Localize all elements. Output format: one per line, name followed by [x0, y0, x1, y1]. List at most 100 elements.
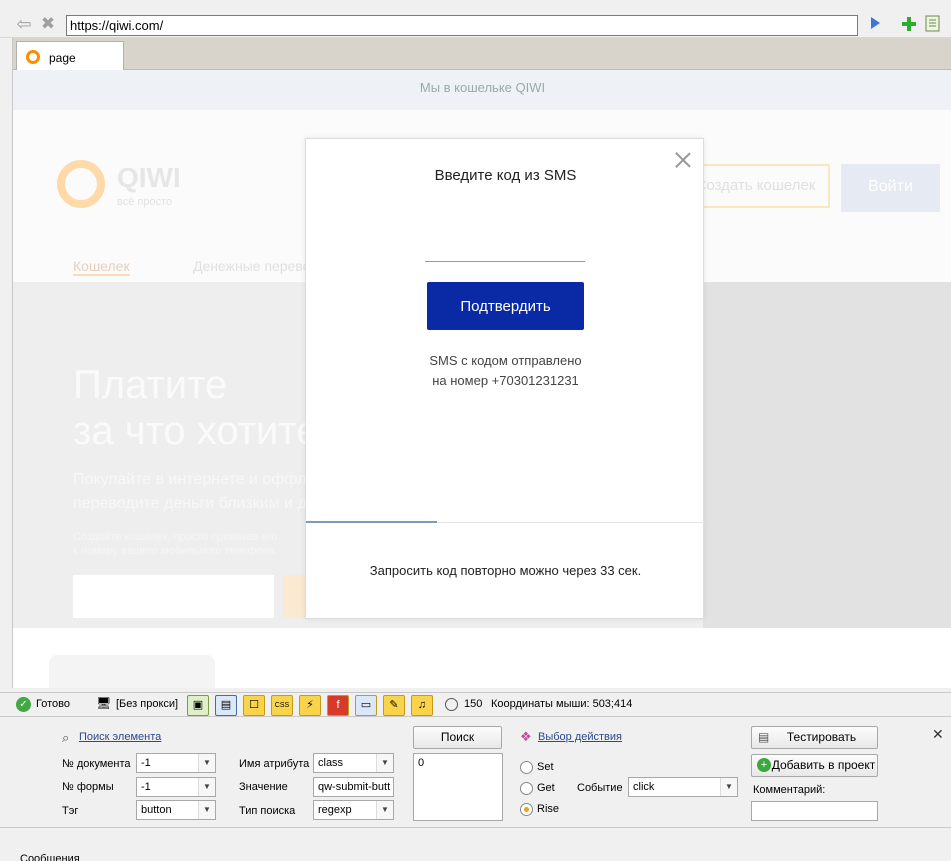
css-icon[interactable]: CSS: [271, 695, 293, 716]
resend-progress-bar: [306, 521, 437, 523]
doc-number-value: -1: [141, 757, 151, 769]
action-choice-link[interactable]: Выбор действия: [538, 731, 622, 743]
sms-sent-line-2: на номер +70301231231: [432, 373, 579, 388]
form-number-value: -1: [141, 781, 151, 793]
attr-name-label: Имя атрибута: [239, 758, 310, 770]
test-icon: ▤: [758, 730, 770, 744]
chevron-down-icon[interactable]: ▼: [198, 754, 215, 772]
add-to-project-label: Добавить в проект: [771, 758, 876, 772]
proxy-status[interactable]: [Без прокси]: [116, 698, 178, 710]
qiwi-logo-icon: [26, 50, 40, 64]
plus-icon: +: [757, 758, 771, 772]
go-play-icon[interactable]: [868, 15, 886, 35]
logo-subtitle: всё просто: [117, 196, 173, 208]
form-number-select[interactable]: -1 ▼: [136, 777, 216, 797]
chevron-down-icon[interactable]: ▼: [198, 801, 215, 819]
web-page: Мы в кошельке QIWI QIWI всё просто Созда…: [13, 70, 951, 688]
left-splitter[interactable]: [0, 38, 12, 688]
frame-icon[interactable]: ☐: [243, 695, 265, 716]
value-input[interactable]: qw-submit-butt: [313, 777, 394, 797]
radio-rise-label: Rise: [537, 803, 560, 815]
brush-icon[interactable]: ✎: [383, 695, 405, 716]
hero-small-text: Создайте кошелек, просто привязав его к …: [73, 530, 277, 558]
back-arrow-icon[interactable]: ⇦: [14, 14, 34, 34]
browser-toolbar: ⇦ ✖: [0, 0, 951, 38]
radio-rise[interactable]: [520, 803, 533, 816]
chevron-down-icon[interactable]: ▼: [720, 778, 737, 796]
confirm-button[interactable]: Подтвердить: [427, 282, 584, 330]
palette-icon: ❖: [520, 729, 532, 744]
find-element-link[interactable]: Поиск элемента: [79, 731, 161, 743]
status-bar: ✓ Готово 🖥 [Без прокси] ▣ ▤ ☐ CSS ⚡ f ▭ …: [0, 692, 951, 717]
notice-bar: Мы в кошельке QIWI: [13, 70, 951, 110]
sms-sent-line-1: SMS с кодом отправлено: [429, 353, 582, 368]
hero-title-line-2: за что хотите: [73, 409, 319, 453]
attr-name-value: class: [318, 757, 344, 769]
close-icon[interactable]: ✕: [932, 726, 944, 743]
phone-input[interactable]: [73, 575, 274, 618]
stop-icon[interactable]: ✖: [38, 14, 58, 34]
chevron-down-icon[interactable]: ▼: [198, 778, 215, 796]
add-to-project-button[interactable]: + Добавить в проект: [751, 754, 878, 777]
add-icon[interactable]: [900, 15, 918, 35]
search-button[interactable]: Поиск: [413, 726, 502, 749]
dialog-title: Введите код из SMS: [434, 167, 577, 184]
tag-value: button: [141, 804, 172, 816]
lightning-icon[interactable]: ⚡: [299, 695, 321, 716]
hero-small-line-2: к номеру вашего мобильного телефона: [73, 545, 275, 557]
tab-strip: page: [13, 38, 951, 71]
chevron-down-icon[interactable]: ▼: [376, 754, 393, 772]
messages-panel: Сообщения: [0, 828, 951, 861]
monitor-icon[interactable]: ▭: [355, 695, 377, 716]
counter-value: 150: [464, 698, 483, 710]
flash-icon[interactable]: f: [327, 695, 349, 716]
sms-sent-text: SMS с кодом отправлено на номер +7030123…: [306, 351, 705, 391]
info-card: [49, 655, 215, 688]
hero-image: [703, 282, 951, 628]
resend-timer-text: Запросить код повторно можно через 33 се…: [369, 563, 642, 578]
value-label: Значение: [239, 781, 288, 793]
tab-page[interactable]: page: [16, 41, 124, 71]
url-input[interactable]: [66, 15, 858, 36]
clock-icon: [445, 698, 458, 711]
radio-get-label: Get: [537, 782, 555, 794]
event-select[interactable]: click ▼: [628, 777, 738, 797]
search-type-label: Тип поиска: [239, 805, 296, 817]
screenshot-icon[interactable]: ▣: [187, 695, 209, 716]
element-search-panel: ⌕ Поиск элемента № документа -1 ▼ № форм…: [0, 718, 951, 828]
tag-select[interactable]: button ▼: [136, 800, 216, 820]
sms-code-dialog: Введите код из SMS Подтвердить SMS с код…: [305, 138, 705, 619]
chevron-down-icon[interactable]: ▼: [376, 801, 393, 819]
hero-small-line-1: Создайте кошелек, просто привязав его: [73, 531, 278, 543]
value-text: qw-submit-butt: [318, 781, 391, 793]
radio-set-label: Set: [537, 761, 554, 773]
logo-text: QIWI: [117, 162, 181, 193]
messages-label: Сообщения: [20, 853, 80, 861]
search-type-select[interactable]: regexp ▼: [313, 800, 394, 820]
hero-title-line-1: Платите: [73, 363, 228, 407]
radio-set[interactable]: [520, 761, 533, 774]
status-ready: Готово: [36, 698, 70, 710]
nav-item-wallet[interactable]: Кошелек: [73, 258, 130, 276]
result-list[interactable]: 0: [413, 753, 503, 821]
doc-number-label: № документа: [62, 758, 131, 770]
search-icon: ⌕: [62, 730, 70, 745]
form-number-label: № формы: [62, 781, 114, 793]
music-icon[interactable]: ♫: [411, 695, 433, 716]
comment-input[interactable]: [751, 801, 878, 821]
tab-label: page: [49, 51, 76, 65]
proxy-icon: 🖥: [96, 696, 112, 710]
hero-title: Платите за что хотите: [73, 362, 318, 454]
notes-icon[interactable]: [925, 15, 943, 35]
search-type-value: regexp: [318, 804, 352, 816]
doc-number-select[interactable]: -1 ▼: [136, 753, 216, 773]
app-window: ⇦ ✖ page Мы в кошельке QIWI QIWI всё про…: [0, 0, 951, 861]
test-button[interactable]: ▤ Тестировать: [751, 726, 878, 749]
window-icon[interactable]: ▤: [215, 695, 237, 716]
radio-get[interactable]: [520, 782, 533, 795]
sms-code-input[interactable]: [425, 240, 585, 262]
test-button-label: Тестировать: [786, 730, 857, 744]
tag-label: Тэг: [62, 805, 79, 817]
attr-name-select[interactable]: class ▼: [313, 753, 394, 773]
login-button[interactable]: Войти: [841, 164, 940, 212]
